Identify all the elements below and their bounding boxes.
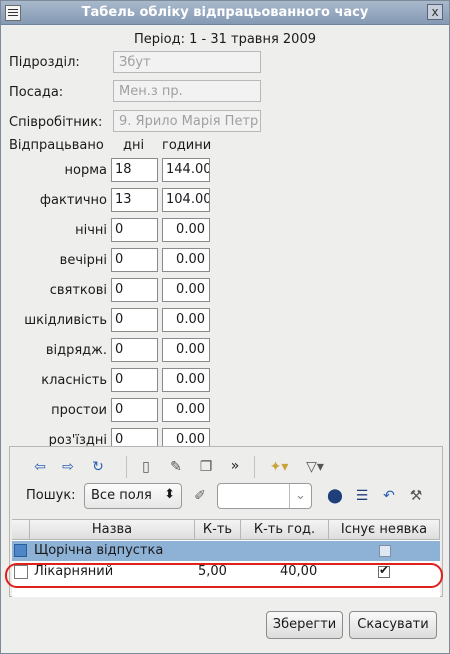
worked-row-label: класність	[41, 373, 107, 388]
new-document-icon[interactable]: ▯	[136, 457, 156, 477]
worked-row-label: простои	[51, 403, 107, 418]
worked-row-label: нічні	[75, 223, 107, 238]
save-button[interactable]: Зберегти	[266, 611, 343, 639]
list-view-icon[interactable]: ☰	[352, 486, 372, 506]
worked-row-label: вечірні	[59, 253, 107, 268]
search-scope-value: Все поля	[91, 488, 152, 503]
close-button[interactable]: x	[427, 4, 443, 20]
days-header: дні	[123, 138, 145, 153]
column-header-qty[interactable]: К-ть	[195, 520, 241, 540]
days-input[interactable]: 0	[111, 308, 158, 332]
hours-header: години	[162, 138, 212, 153]
undo-icon[interactable]: ↶	[379, 486, 399, 506]
days-input[interactable]: 13	[111, 188, 158, 212]
eraser-icon[interactable]: ✐	[190, 486, 210, 506]
wand-icon[interactable]: ✦▾	[264, 457, 294, 477]
toolbar-separator	[254, 456, 255, 478]
copy-document-icon[interactable]: ❐	[196, 457, 216, 477]
row-selector[interactable]	[14, 544, 27, 557]
column-header-name[interactable]: Назва	[30, 520, 195, 540]
column-header-hours[interactable]: К-ть год.	[241, 520, 329, 540]
search-scope-select[interactable]: Все поля ⬍	[84, 483, 182, 509]
hours-input[interactable]: 0.00	[162, 218, 210, 242]
department-label: Підрозділ:	[9, 55, 80, 70]
search-label: Пошук:	[26, 488, 76, 503]
chevron-down-icon: ⬍	[164, 487, 175, 502]
hours-input[interactable]: 0.00	[162, 368, 210, 392]
search-input[interactable]: ⌄	[217, 483, 312, 509]
days-input[interactable]: 18	[111, 158, 158, 182]
days-input[interactable]: 0	[111, 278, 158, 302]
highlight-annotation	[5, 563, 443, 588]
filter-icon[interactable]: ▽▾	[300, 457, 330, 477]
department-field[interactable]: Збут	[113, 51, 261, 73]
position-label: Посада:	[9, 85, 64, 100]
employee-label: Співробітник:	[9, 115, 103, 130]
title-bar[interactable]: Табель обліку відпрацьованного часу x	[1, 1, 449, 25]
edit-document-icon[interactable]: ✎	[166, 457, 186, 477]
window-title: Табель обліку відпрацьованного часу	[81, 5, 369, 20]
hours-input[interactable]: 104.00	[162, 188, 210, 212]
days-input[interactable]: 0	[111, 398, 158, 422]
hours-input[interactable]: 0.00	[162, 248, 210, 272]
binoculars-icon[interactable]: ⬤	[325, 486, 345, 506]
toolbar-separator	[126, 456, 127, 478]
days-input[interactable]: 0	[111, 338, 158, 362]
chevron-down-icon[interactable]: ⌄	[289, 484, 311, 508]
days-input[interactable]: 0	[111, 368, 158, 392]
worked-heading: Відпрацьвано	[9, 138, 104, 153]
absence-checkbox[interactable]	[379, 545, 391, 557]
row-name: Щорічна відпустка	[34, 543, 164, 558]
dialog-window: Табель обліку відпрацьованного часу x Пе…	[0, 0, 450, 654]
position-field[interactable]: Мен.з пр.	[113, 80, 261, 102]
worked-row-label: норма	[64, 163, 107, 178]
more-icon[interactable]: »	[225, 456, 245, 476]
worked-row-label: відрядж.	[45, 343, 107, 358]
hours-input[interactable]: 0.00	[162, 308, 210, 332]
cancel-button[interactable]: Скасувати	[349, 611, 437, 639]
hours-input[interactable]: 0.00	[162, 338, 210, 362]
days-input[interactable]: 0	[111, 248, 158, 272]
worked-row-label: фактично	[39, 193, 107, 208]
row-selector-header	[12, 520, 30, 540]
worked-row-label: шкідливість	[24, 313, 107, 328]
hours-input[interactable]: 0.00	[162, 278, 210, 302]
refresh-icon[interactable]: ↻	[88, 457, 108, 477]
arrow-right-icon[interactable]: ⇨	[58, 457, 78, 477]
employee-field[interactable]: 9. Ярило Марія Петр	[113, 110, 261, 132]
period-label: Період: 1 - 31 травня 2009	[134, 32, 316, 47]
column-header-absence[interactable]: Існує неявка	[329, 520, 440, 540]
arrow-left-icon[interactable]: ⇦	[30, 457, 50, 477]
worked-row-label: святкові	[49, 283, 107, 298]
table-row[interactable]: Щорічна відпустка	[12, 541, 440, 561]
hammer-icon[interactable]: ⚒	[406, 486, 426, 506]
hours-input[interactable]: 144.00	[162, 158, 210, 182]
days-input[interactable]: 0	[111, 218, 158, 242]
hours-input[interactable]: 0.00	[162, 398, 210, 422]
